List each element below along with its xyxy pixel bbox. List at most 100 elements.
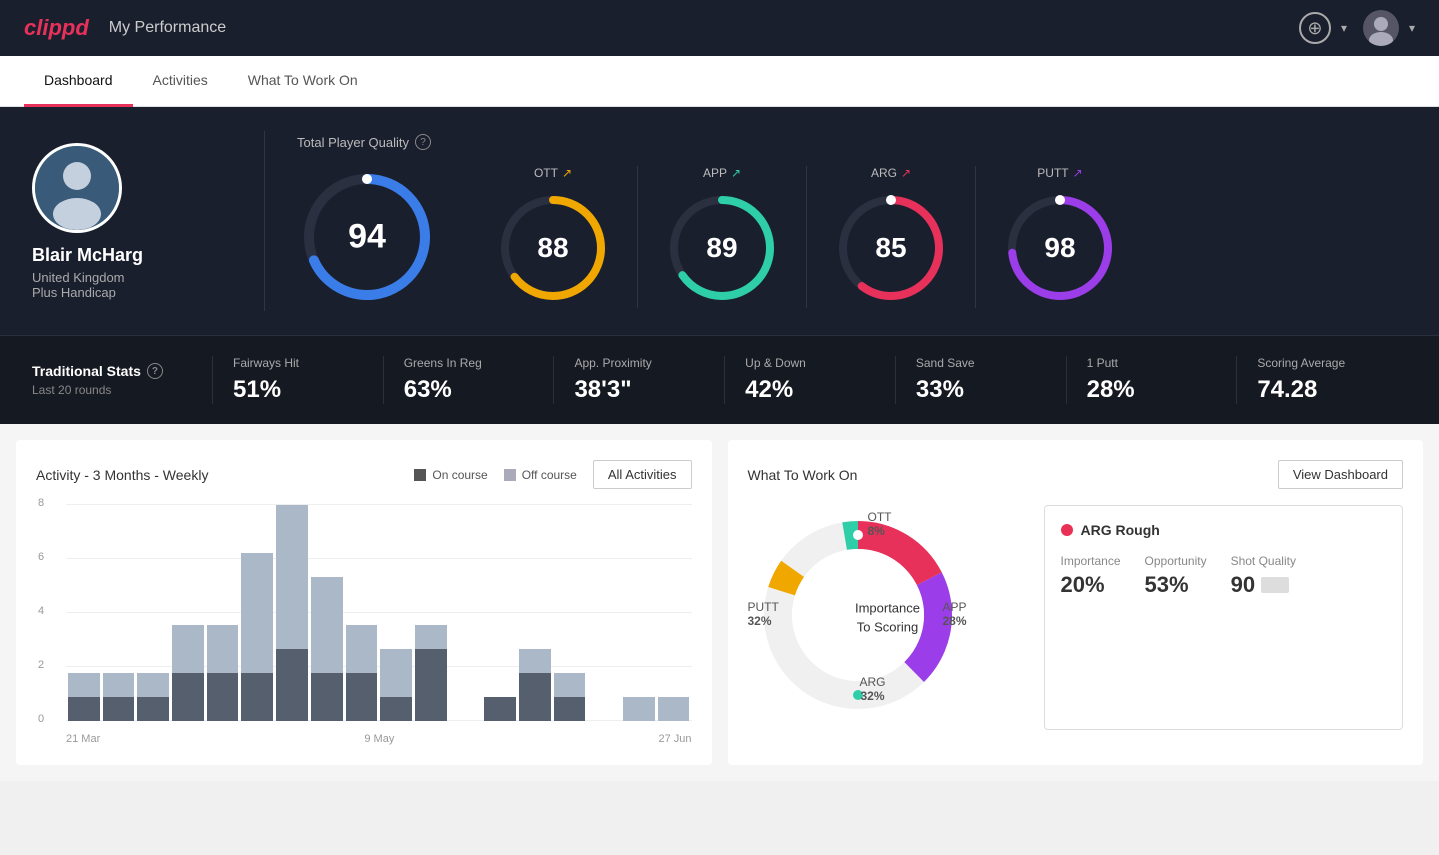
bar-group <box>554 673 586 721</box>
stat-up-down: Up & Down 42% <box>724 356 895 404</box>
total-quality-value: 94 <box>348 218 386 257</box>
x-label-3: 27 Jun <box>658 733 691 745</box>
putt-value: 98 <box>1044 232 1075 264</box>
divider <box>264 131 265 311</box>
work-card-dot <box>1061 524 1073 536</box>
bar-group <box>311 577 343 721</box>
trad-stats-grid: Fairways Hit 51% Greens In Reg 63% App. … <box>212 356 1407 404</box>
stat-sand-save: Sand Save 33% <box>895 356 1066 404</box>
work-on-content: Importance To Scoring OTT 8% APP 28% ARG… <box>748 505 1404 730</box>
bar-group <box>415 625 447 721</box>
off-course-dot <box>504 469 516 481</box>
all-activities-button[interactable]: All Activities <box>593 460 692 489</box>
activity-panel-title: Activity - 3 Months - Weekly <box>36 467 208 483</box>
tab-what-to-work-on[interactable]: What To Work On <box>228 56 378 107</box>
putt-circle: 98 <box>1000 188 1120 308</box>
x-label-2: 9 May <box>364 733 394 745</box>
bar-group <box>380 649 412 721</box>
donut-center-text: Importance To Scoring <box>838 598 938 637</box>
donut-label-arg: ARG 32% <box>860 675 886 703</box>
work-card-title: ARG Rough <box>1061 522 1387 538</box>
work-on-panel: What To Work On View Dashboard <box>728 440 1424 765</box>
shot-quality-badge <box>1261 577 1289 593</box>
header: clippd My Performance ⊕ ▾ ▾ <box>0 0 1439 56</box>
metric-app: APP ↗ 89 <box>638 166 807 308</box>
quality-section: Total Player Quality ? 94 OTT <box>297 134 1407 308</box>
work-card-metrics: Importance 20% Opportunity 53% Shot Qual… <box>1061 554 1387 598</box>
metric-ott: OTT ↗ 88 <box>469 166 638 308</box>
bar-chart: 0 2 4 6 8 <box>36 505 692 745</box>
arg-value: 85 <box>875 232 906 264</box>
chart-legend: On course Off course <box>414 468 577 482</box>
bar-group <box>276 505 308 721</box>
bar-group <box>207 625 239 721</box>
arg-circle: 85 <box>831 188 951 308</box>
legend-on-course: On course <box>414 468 487 482</box>
bars-container <box>66 505 692 721</box>
bottom-section: Activity - 3 Months - Weekly On course O… <box>0 424 1439 781</box>
legend-off-course: Off course <box>504 468 577 482</box>
app-circle: 89 <box>662 188 782 308</box>
on-course-dot <box>414 469 426 481</box>
traditional-stats: Traditional Stats ? Last 20 rounds Fairw… <box>0 335 1439 424</box>
activity-panel-header: Activity - 3 Months - Weekly On course O… <box>36 460 692 489</box>
work-metric-importance: Importance 20% <box>1061 554 1121 598</box>
bar-group <box>623 697 655 721</box>
trad-label: Traditional Stats ? Last 20 rounds <box>32 363 212 397</box>
work-card: ARG Rough Importance 20% Opportunity 53%… <box>1044 505 1404 730</box>
player-name: Blair McHarg <box>32 245 143 266</box>
add-icon: ⊕ <box>1299 12 1331 44</box>
bar-group <box>68 673 100 721</box>
ott-value: 88 <box>537 232 568 264</box>
tab-dashboard[interactable]: Dashboard <box>24 56 133 107</box>
donut-chart-container: Importance To Scoring OTT 8% APP 28% ARG… <box>748 505 1028 730</box>
metrics-row: 94 OTT ↗ 88 AP <box>297 166 1407 308</box>
stat-scoring-avg: Scoring Average 74.28 <box>1236 356 1407 404</box>
app-value: 89 <box>706 232 737 264</box>
trad-title: Traditional Stats ? <box>32 363 212 379</box>
bar-group <box>658 697 690 721</box>
quality-help-icon[interactable]: ? <box>415 134 431 150</box>
trad-subtitle: Last 20 rounds <box>32 383 212 397</box>
x-label-1: 21 Mar <box>66 733 100 745</box>
work-metric-shot-quality: Shot Quality 90 <box>1231 554 1296 598</box>
work-on-panel-header: What To Work On View Dashboard <box>748 460 1404 489</box>
player-country: United Kingdom <box>32 270 125 285</box>
bar-group <box>484 697 516 721</box>
add-button[interactable]: ⊕ ▾ <box>1299 12 1347 44</box>
bar-group <box>172 625 204 721</box>
header-title: My Performance <box>109 19 226 37</box>
nav-tabs: Dashboard Activities What To Work On <box>0 56 1439 107</box>
quality-title: Total Player Quality ? <box>297 134 1407 150</box>
add-chevron: ▾ <box>1341 21 1347 35</box>
tab-activities[interactable]: Activities <box>133 56 228 107</box>
bar-group <box>103 673 135 721</box>
bar-group <box>519 649 551 721</box>
metric-putt: PUTT ↗ 98 <box>976 166 1144 308</box>
donut-label-ott: OTT 8% <box>868 510 892 538</box>
x-axis-labels: 21 Mar 9 May 27 Jun <box>66 733 692 745</box>
trad-help-icon[interactable]: ? <box>147 363 163 379</box>
bar-group <box>137 673 169 721</box>
stat-1putt: 1 Putt 28% <box>1066 356 1237 404</box>
main-metric: 94 <box>297 167 469 307</box>
user-menu[interactable]: ▾ <box>1363 10 1415 46</box>
putt-label: PUTT ↗ <box>1037 166 1082 180</box>
stat-fairways: Fairways Hit 51% <box>212 356 383 404</box>
stat-proximity: App. Proximity 38'3" <box>553 356 724 404</box>
user-avatar <box>1363 10 1399 46</box>
ott-circle: 88 <box>493 188 613 308</box>
activity-panel: Activity - 3 Months - Weekly On course O… <box>16 440 712 765</box>
arg-label: ARG ↗ <box>871 166 911 180</box>
header-left: clippd My Performance <box>24 15 226 41</box>
donut-label-app: APP 28% <box>943 600 967 628</box>
ott-label: OTT ↗ <box>534 166 572 180</box>
bar-group <box>241 553 273 721</box>
player-avatar <box>32 143 122 233</box>
logo[interactable]: clippd <box>24 15 89 41</box>
stats-panel: Blair McHarg United Kingdom Plus Handica… <box>0 107 1439 335</box>
total-quality-circle: 94 <box>297 167 437 307</box>
bar-group <box>346 625 378 721</box>
view-dashboard-button[interactable]: View Dashboard <box>1278 460 1403 489</box>
app-label: APP ↗ <box>703 166 741 180</box>
